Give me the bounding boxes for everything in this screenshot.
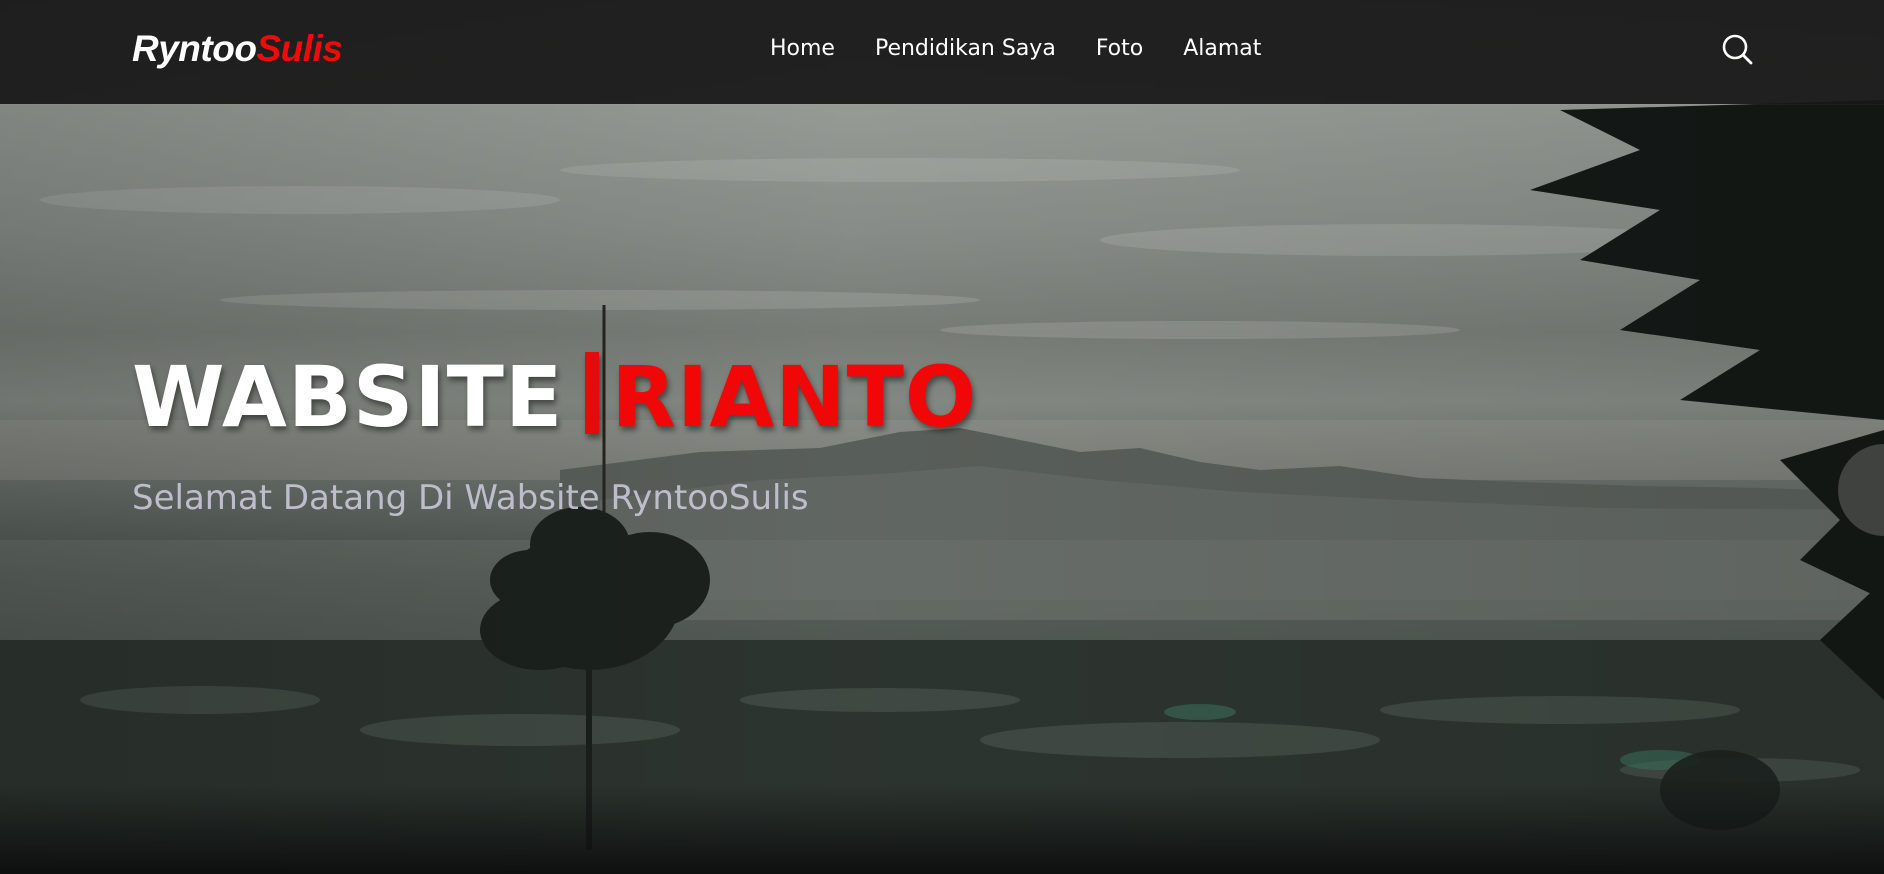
hero-title-part1: WABSITE xyxy=(132,348,564,446)
search-button[interactable] xyxy=(1720,32,1754,66)
hero-bottom-fade xyxy=(0,784,1884,874)
nav-menu: Home Pendidikan Saya Foto Alamat xyxy=(770,36,1301,61)
navbar: RyntooSulis Home Pendidikan Saya Foto Al… xyxy=(0,0,1884,104)
brand-logo[interactable]: RyntooSulis xyxy=(132,28,343,70)
hero-title-part2: RIANTO xyxy=(611,348,978,446)
nav-item-home[interactable]: Home xyxy=(770,36,835,61)
nav-item-pendidikan-saya[interactable]: Pendidikan Saya xyxy=(875,36,1056,61)
hero-title: WABSITE RIANTO xyxy=(132,352,977,439)
nav-item-alamat[interactable]: Alamat xyxy=(1183,36,1261,61)
title-divider-bar xyxy=(585,352,600,434)
brand-name-accent: Sulis xyxy=(256,28,343,69)
page: RyntooSulis Home Pendidikan Saya Foto Al… xyxy=(0,0,1884,874)
search-icon xyxy=(1722,34,1753,65)
hero-subtitle: Selamat Datang Di Wabsite RyntooSulis xyxy=(132,478,809,518)
brand-name-main: Ryntoo xyxy=(132,28,257,69)
nav-item-foto[interactable]: Foto xyxy=(1096,36,1143,61)
